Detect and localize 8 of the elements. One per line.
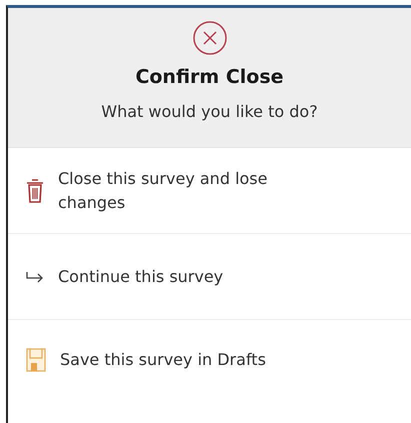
menu-option[interactable]: Close this survey and lose changes (8, 148, 411, 234)
close-icon (192, 20, 228, 56)
dialog-title: Confirm Close (135, 66, 284, 88)
arrow-icon (26, 270, 44, 282)
trash-icon (26, 178, 44, 204)
dialog-message: What would you like to do? (101, 102, 318, 121)
menu-option[interactable]: Save this survey in Drafts (8, 320, 411, 400)
menu-option[interactable]: Continue this survey (8, 234, 411, 320)
